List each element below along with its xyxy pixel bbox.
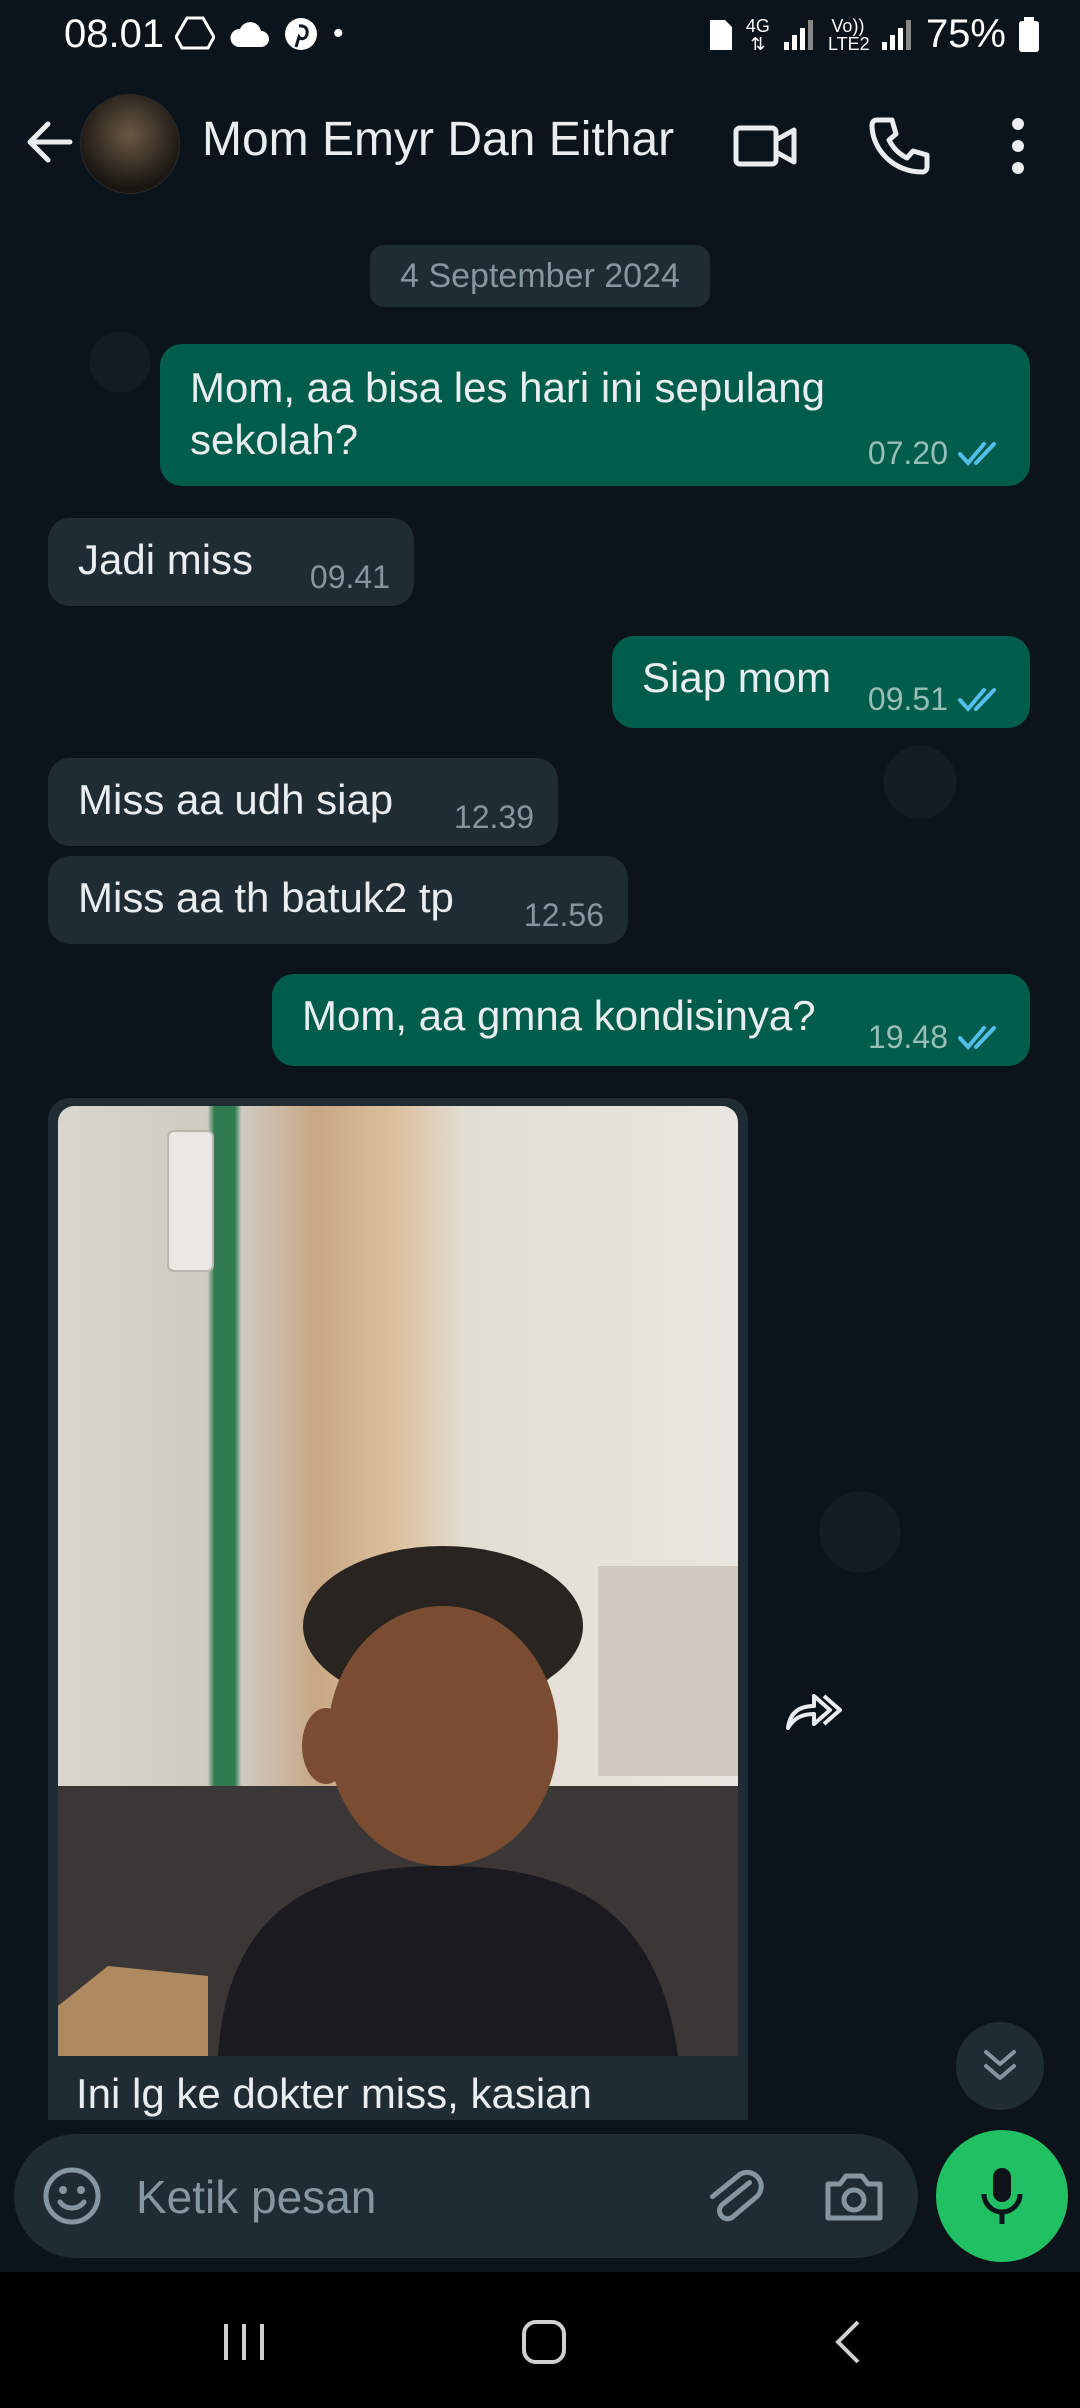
nav-back-icon[interactable] — [818, 2316, 878, 2368]
message-text: Jadi miss — [78, 536, 254, 583]
video-call-icon[interactable] — [730, 110, 802, 182]
battery-percent: 75% — [925, 12, 1006, 56]
contact-name[interactable]: Mom Emyr Dan Eithar — [202, 112, 674, 167]
more-vert-icon[interactable] — [982, 110, 1054, 182]
drive-icon — [175, 16, 215, 50]
message-time: 12.39 — [453, 799, 534, 835]
message-bubble-out[interactable]: Siap mom 09.51 — [612, 636, 1030, 728]
cloud-icon — [230, 22, 269, 47]
message-bubble-out[interactable]: Mom, aa gmna kondisinya? 19.48 — [272, 974, 1030, 1066]
scroll-to-bottom-button[interactable] — [956, 2022, 1044, 2110]
back-arrow-icon[interactable] — [20, 112, 80, 172]
message-input[interactable]: Ketik pesan — [136, 2170, 376, 2224]
recents-icon[interactable] — [214, 2316, 274, 2368]
sim-icon — [709, 19, 732, 50]
system-navigation-bar — [0, 2272, 1080, 2408]
read-ticks-icon — [958, 687, 996, 712]
signal-icon — [783, 19, 813, 50]
message-text: Mom, aa bisa les hari ini sepulang sekol… — [190, 364, 826, 463]
battery-icon — [1019, 16, 1039, 52]
camera-icon[interactable] — [822, 2166, 886, 2226]
date-divider: 4 September 2024 — [370, 245, 710, 307]
phone-icon[interactable] — [862, 110, 934, 182]
message-bubble-in[interactable]: Miss aa th batuk2 tp 12.56 — [48, 856, 628, 944]
volte-indicator: Vo)) LTE2 — [827, 15, 870, 54]
microphone-icon — [981, 2168, 1023, 2224]
message-text: Miss aa th batuk2 tp — [78, 874, 454, 921]
chat-header: Mom Emyr Dan Eithar — [0, 72, 1080, 223]
voice-message-button[interactable] — [936, 2130, 1068, 2262]
signal-2-icon — [881, 19, 911, 50]
system-icons: 4G ⇅ Vo)) LTE2 75% — [708, 12, 1040, 57]
read-ticks-icon — [958, 1025, 996, 1050]
double-chevron-down-icon — [984, 2050, 1016, 2080]
home-icon[interactable] — [514, 2316, 574, 2368]
image-message-bubble[interactable]: Ini lg ke dokter miss, kasian — [48, 1098, 748, 2120]
message-text: Miss aa udh siap — [78, 776, 394, 823]
message-photo[interactable] — [58, 1106, 738, 2056]
message-composer: Ketik pesan — [14, 2134, 918, 2258]
message-bubble-out[interactable]: Mom, aa bisa les hari ini sepulang sekol… — [160, 344, 1030, 486]
photo-illustration — [58, 1130, 738, 2056]
attach-icon[interactable] — [704, 2164, 764, 2228]
notification-icons: • — [175, 14, 344, 54]
message-bubble-in[interactable]: Miss aa udh siap 12.39 — [48, 758, 558, 846]
forward-button[interactable] — [770, 1668, 858, 1756]
forward-icon — [786, 1694, 842, 1730]
message-text: Siap mom — [642, 654, 832, 701]
photo-caption: Ini lg ke dokter miss, kasian — [76, 2070, 592, 2117]
read-ticks-icon — [958, 441, 996, 466]
status-time: 08.01 — [64, 12, 165, 56]
message-time: 12.56 — [523, 897, 604, 933]
emoji-icon[interactable] — [42, 2166, 102, 2226]
message-time: 07.20 — [867, 435, 948, 471]
message-time: 09.51 — [867, 681, 948, 717]
message-meta: 07.20 — [868, 435, 1006, 472]
network-type: 4G ⇅ — [745, 15, 770, 54]
message-time: 19.48 — [867, 1019, 948, 1055]
message-text: Mom, aa gmna kondisinya? — [302, 992, 816, 1039]
message-time: 09.41 — [309, 559, 390, 595]
status-bar: 08.01 • 4G ⇅ Vo)) LTE2 75% — [0, 0, 1080, 72]
message-meta: 09.51 — [868, 681, 1006, 718]
message-meta: 19.48 — [868, 1019, 1006, 1056]
dot-icon: • — [333, 17, 344, 50]
message-bubble-in[interactable]: Jadi miss 09.41 — [48, 518, 414, 606]
pinterest-icon — [285, 18, 317, 50]
avatar[interactable] — [80, 94, 180, 194]
